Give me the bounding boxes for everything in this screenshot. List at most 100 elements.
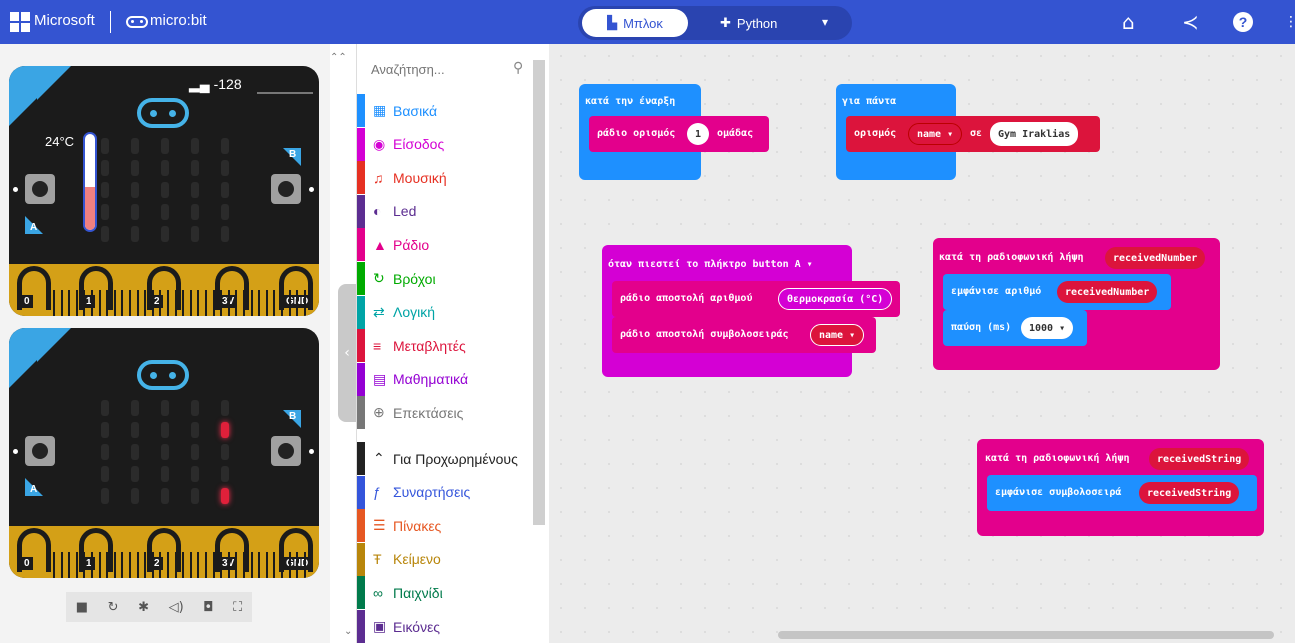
sound-icon[interactable]: ◁) [169, 600, 184, 615]
category-label: Παιχνίδι [393, 584, 443, 601]
collapse-simulator-button[interactable]: ‹ [338, 284, 356, 422]
button-a[interactable] [25, 436, 55, 466]
toolbox-category[interactable]: ◉ Είσοδος [357, 127, 535, 161]
on-received-number-block[interactable]: κατά τη ραδιοφωνική λήψη receivedNumber … [933, 238, 1220, 370]
toolbox-category[interactable]: ▤ Μαθηματικά [357, 362, 535, 396]
debug-icon[interactable]: ✱ [138, 600, 149, 615]
toolbox-category[interactable]: ▣ Εικόνες [357, 610, 535, 643]
signal-wave-icon [257, 76, 313, 94]
category-icon: ⇄ [373, 303, 385, 320]
pause-value[interactable]: 1000 ▾ [1021, 317, 1074, 339]
button-b[interactable] [271, 174, 301, 204]
scroll-up-icon[interactable]: ⌃⌃ [330, 52, 347, 63]
on-received-string-block[interactable]: κατά τη ραδιοφωνική λήψη receivedString … [977, 439, 1264, 536]
category-icon: ▦ [373, 102, 387, 118]
tab-python-label: Python [736, 15, 778, 31]
toolbox-category[interactable]: ∞ Παιχνίδι [357, 576, 535, 610]
on-start-block[interactable]: κατά την έναρξη ράδιο ορισμός 1 ομάδας [579, 84, 769, 180]
toolbox-category[interactable]: ƒ Συναρτήσεις [357, 475, 535, 509]
search-icon[interactable]: ⚲ [513, 60, 523, 76]
led [161, 160, 169, 176]
led [101, 204, 109, 220]
category-label: Για Προχωρημένους [393, 450, 518, 467]
led [161, 138, 169, 154]
received-number-reporter[interactable]: receivedNumber [1057, 281, 1158, 303]
microsoft-logo-icon [10, 12, 30, 32]
received-string-param[interactable]: receivedString [1149, 448, 1250, 470]
category-icon: ▣ [373, 618, 387, 634]
chevron-down-icon[interactable]: ▾ [822, 15, 828, 29]
forever-label: για πάντα [842, 96, 897, 107]
help-icon[interactable]: ? [1233, 12, 1253, 32]
radio-group-block[interactable]: ράδιο ορισμός 1 ομάδας [589, 116, 769, 152]
category-label: Μαθηματικά [393, 371, 469, 388]
temperature-reporter[interactable]: θερμοκρασία (°C) [778, 288, 893, 310]
microbit-board-top: ▂▄ -128 24°C A B 0123VGND [9, 66, 319, 316]
on-received-number-label: κατά τη ραδιοφωνική λήψη [939, 252, 1084, 263]
toolbox-category[interactable]: ⇄ Λογική [357, 295, 535, 329]
toolbox-category[interactable]: ☰ Πίνακες [357, 509, 535, 543]
pause-block[interactable]: παύση (ms) 1000 ▾ [943, 310, 1087, 346]
workspace-scrollbar[interactable] [778, 631, 1274, 639]
microbit-label[interactable]: micro:bit [150, 12, 207, 29]
name-reporter[interactable]: name ▾ [810, 324, 865, 346]
scroll-down-icon[interactable]: ⌄ [344, 626, 352, 637]
led [131, 400, 139, 416]
led [101, 226, 109, 242]
received-number-param[interactable]: receivedNumber [1105, 247, 1206, 269]
toolbox-category[interactable]: ↻ Βρόχοι [357, 262, 535, 295]
led [191, 466, 199, 482]
forever-block[interactable]: για πάντα ορισμός name ▾ σε Gym Iraklias [836, 84, 1100, 180]
led [161, 466, 169, 482]
tab-python[interactable]: ✚ Python [720, 9, 800, 37]
more-icon[interactable]: ⋮ [1284, 10, 1295, 34]
label-b: B [283, 148, 301, 166]
led [101, 400, 109, 416]
toolbox-category[interactable]: ≡ Μεταβλητές [357, 329, 535, 363]
button-b[interactable] [271, 436, 301, 466]
show-string-block[interactable]: εμφάνισε συμβολοσειρά receivedString [987, 475, 1257, 511]
restart-icon[interactable]: ↻ [108, 600, 119, 615]
on-button-pressed-block[interactable]: όταν πιεστεί το πλήκτρο button A ▾ ράδιο… [602, 245, 900, 377]
toolbox-category[interactable]: Ŧ Κείμενο [357, 542, 535, 576]
radio-send-number-block[interactable]: ράδιο αποστολή αριθμού θερμοκρασία (°C) [612, 281, 900, 317]
stop-icon[interactable]: ■ [76, 600, 88, 615]
toolbox-category[interactable]: ▦ Βασικά [357, 94, 535, 127]
radio-send-string-block[interactable]: ράδιο αποστολή συμβολοσειράς name ▾ [612, 317, 876, 353]
python-icon: ✚ [720, 15, 731, 30]
toolbox-category[interactable]: ⌃ Για Προχωρημένους [357, 442, 535, 475]
variable-dropdown[interactable]: name ▾ [908, 123, 963, 145]
toolbox-category[interactable]: ⊕ Επεκτάσεις [357, 396, 535, 430]
show-number-block[interactable]: εμφάνισε αριθμό receivedNumber [943, 274, 1171, 310]
led [101, 138, 109, 154]
led [191, 138, 199, 154]
category-icon: ⊕ [373, 404, 385, 421]
toolbox: ⚲ ▦ Βασικά ◉ Είσοδος ♫ Μουσική ◐ Led ▲ Ράδιο ↻ Βρόχ… [356, 44, 548, 643]
search-input[interactable] [357, 56, 535, 84]
share-icon[interactable]: ≺ [1182, 10, 1199, 34]
string-value[interactable]: Gym Iraklias [990, 122, 1079, 146]
toolbox-category[interactable]: ♫ Μουσική [357, 161, 535, 195]
microbit-logo-icon [137, 98, 189, 128]
fullscreen-icon[interactable]: ⛶ [233, 600, 242, 615]
received-string-reporter[interactable]: receivedString [1139, 482, 1240, 504]
temperature-slider[interactable] [83, 132, 97, 232]
category-label: Είσοδος [393, 136, 445, 153]
category-label: Λογική [393, 304, 436, 321]
toolbox-category[interactable]: ◐ Led [357, 194, 535, 228]
led [101, 488, 109, 504]
toolbox-category[interactable]: ▲ Ράδιο [357, 228, 535, 262]
workspace[interactable]: κατά την έναρξη ράδιο ορισμός 1 ομάδας γ… [549, 44, 1295, 643]
pin-strip: 0123VGND [9, 264, 319, 316]
category-icon: Ŧ [373, 551, 382, 568]
home-icon[interactable]: ⌂ [1122, 10, 1135, 34]
led [131, 466, 139, 482]
category-icon: ƒ [373, 484, 381, 501]
tab-blocks[interactable]: ▙ Μπλοκ [582, 9, 688, 37]
radio-group-value[interactable]: 1 [687, 123, 710, 145]
on-start-label: κατά την έναρξη [585, 96, 676, 107]
button-a[interactable] [25, 174, 55, 204]
toolbox-scrollbar[interactable] [533, 60, 545, 525]
screenshot-icon[interactable]: ◘ [203, 600, 213, 615]
set-variable-block[interactable]: ορισμός name ▾ σε Gym Iraklias [846, 116, 1100, 152]
